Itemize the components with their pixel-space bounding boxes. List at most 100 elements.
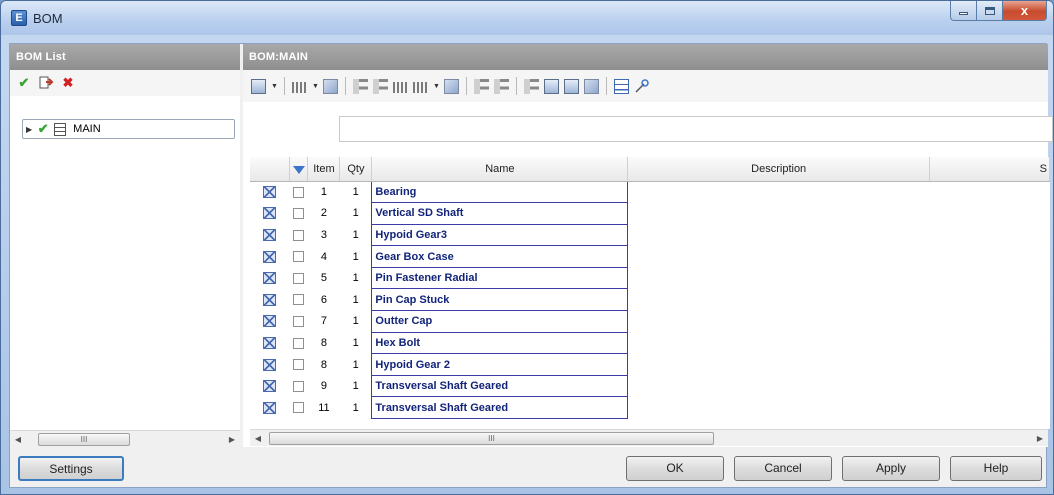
table-row[interactable]: 11 1 Transversal Shaft Geared [250, 396, 1050, 420]
description-cell[interactable] [628, 354, 930, 376]
item-cell[interactable]: 9 [308, 375, 340, 397]
row-select-cell[interactable] [250, 375, 290, 397]
filter-input[interactable] [339, 116, 1053, 142]
row-select-icon[interactable] [263, 272, 277, 285]
main-horizontal-scrollbar[interactable]: ◀ III ▶ [250, 429, 1048, 446]
item-cell[interactable]: 7 [308, 311, 340, 333]
item-cell[interactable]: 8 [308, 354, 340, 376]
filter-header[interactable] [289, 157, 309, 182]
expand-all-icon[interactable] [564, 78, 579, 94]
description-cell[interactable] [628, 267, 930, 289]
table-row[interactable]: 6 1 Pin Cap Stuck [250, 288, 1050, 312]
name-cell[interactable]: Pin Fastener Radial [371, 266, 629, 290]
row-select-cell[interactable] [250, 246, 290, 268]
qty-cell[interactable]: 1 [340, 354, 372, 376]
properties-icon[interactable] [614, 78, 629, 94]
row-checkbox-cell[interactable] [290, 332, 308, 354]
chevron-down-icon[interactable]: ▼ [312, 83, 319, 90]
move-up-icon[interactable] [494, 78, 509, 94]
extra-cell[interactable] [930, 224, 1050, 246]
row-checkbox[interactable] [293, 294, 305, 306]
row-select-icon[interactable] [263, 186, 277, 199]
chevron-down-icon[interactable]: ▼ [271, 83, 278, 90]
row-checkbox-cell[interactable] [290, 203, 308, 225]
minimize-button[interactable] [950, 1, 977, 21]
row-checkbox-cell[interactable] [290, 246, 308, 268]
extra-cell[interactable] [930, 246, 1050, 268]
renumber-icon[interactable] [323, 78, 338, 94]
move-down-icon[interactable] [474, 78, 489, 94]
qty-cell[interactable]: 1 [340, 375, 372, 397]
split-icon[interactable] [524, 78, 539, 94]
row-checkbox-cell[interactable] [290, 181, 308, 203]
row-checkbox[interactable] [293, 229, 305, 241]
row-select-icon[interactable] [263, 293, 277, 306]
tree-item-main[interactable]: ▶ ✔ MAIN [22, 119, 235, 139]
description-cell[interactable] [628, 203, 930, 225]
expand-arrow-icon[interactable]: ▶ [26, 125, 32, 134]
row-select-cell[interactable] [250, 354, 290, 376]
extra-cell[interactable] [930, 354, 1050, 376]
column-header-qty[interactable]: Qty [339, 157, 373, 182]
description-cell[interactable] [628, 375, 930, 397]
row-checkbox-cell[interactable] [290, 354, 308, 376]
row-select-icon[interactable] [263, 315, 277, 328]
apply-button[interactable]: Apply [842, 456, 940, 481]
description-cell[interactable] [628, 224, 930, 246]
row-select-icon[interactable] [263, 207, 277, 220]
row-checkbox[interactable] [293, 337, 305, 349]
table-row[interactable]: 7 1 Outter Cap [250, 310, 1050, 333]
extra-cell[interactable] [930, 397, 1050, 419]
name-cell[interactable]: Hypoid Gear 2 [371, 353, 629, 376]
description-cell[interactable] [628, 181, 930, 203]
row-checkbox-cell[interactable] [290, 311, 308, 333]
name-cell[interactable]: Bearing [371, 180, 629, 204]
insert-row-above-icon[interactable] [373, 78, 388, 94]
settings-button[interactable]: Settings [18, 456, 124, 481]
row-checkbox[interactable] [293, 402, 305, 414]
name-cell[interactable]: Gear Box Case [371, 245, 629, 268]
ok-button[interactable]: OK [626, 456, 724, 481]
link-icon[interactable] [634, 78, 649, 94]
qty-cell[interactable]: 1 [340, 203, 372, 225]
column-header-name[interactable]: Name [371, 157, 629, 182]
row-select-cell[interactable] [250, 224, 290, 246]
help-button[interactable]: Help [950, 456, 1042, 481]
qty-cell[interactable]: 1 [340, 332, 372, 354]
maximize-button[interactable] [977, 1, 1003, 21]
item-cell[interactable]: 3 [308, 224, 340, 246]
collapse-icon[interactable] [544, 78, 559, 94]
row-checkbox-cell[interactable] [290, 267, 308, 289]
check-icon[interactable]: ✔ [16, 75, 32, 91]
sort-icon[interactable] [292, 81, 307, 93]
extra-cell[interactable] [930, 203, 1050, 225]
columns-icon[interactable] [251, 78, 266, 94]
column-header-item[interactable]: Item [307, 157, 341, 182]
row-select-cell[interactable] [250, 203, 290, 225]
scroll-left-arrow-icon[interactable]: ◀ [10, 431, 26, 447]
group-icon[interactable] [413, 81, 428, 93]
insert-row-icon[interactable] [353, 78, 368, 94]
row-select-icon[interactable] [263, 380, 277, 393]
row-checkbox[interactable] [293, 272, 305, 284]
row-checkbox[interactable] [293, 315, 305, 327]
row-select-icon[interactable] [263, 229, 277, 242]
row-checkbox-cell[interactable] [290, 289, 308, 311]
description-cell[interactable] [628, 311, 930, 333]
merge-icon[interactable] [393, 81, 408, 93]
row-checkbox[interactable] [293, 359, 305, 371]
row-select-icon[interactable] [263, 250, 277, 263]
delete-icon[interactable]: ✖ [60, 75, 76, 91]
export-icon[interactable] [38, 75, 54, 91]
scroll-right-arrow-icon[interactable]: ▶ [224, 431, 240, 447]
extra-cell[interactable] [930, 332, 1050, 354]
table-row[interactable]: 8 1 Hex Bolt [250, 331, 1050, 355]
column-header-description[interactable]: Description [627, 157, 931, 182]
row-checkbox[interactable] [293, 251, 305, 263]
qty-cell[interactable]: 1 [340, 397, 372, 419]
item-cell[interactable]: 2 [308, 203, 340, 225]
scroll-right-arrow-icon[interactable]: ▶ [1032, 430, 1048, 446]
item-cell[interactable]: 4 [308, 246, 340, 268]
title-bar[interactable]: E BOM x [1, 1, 1053, 35]
qty-cell[interactable]: 1 [340, 289, 372, 311]
